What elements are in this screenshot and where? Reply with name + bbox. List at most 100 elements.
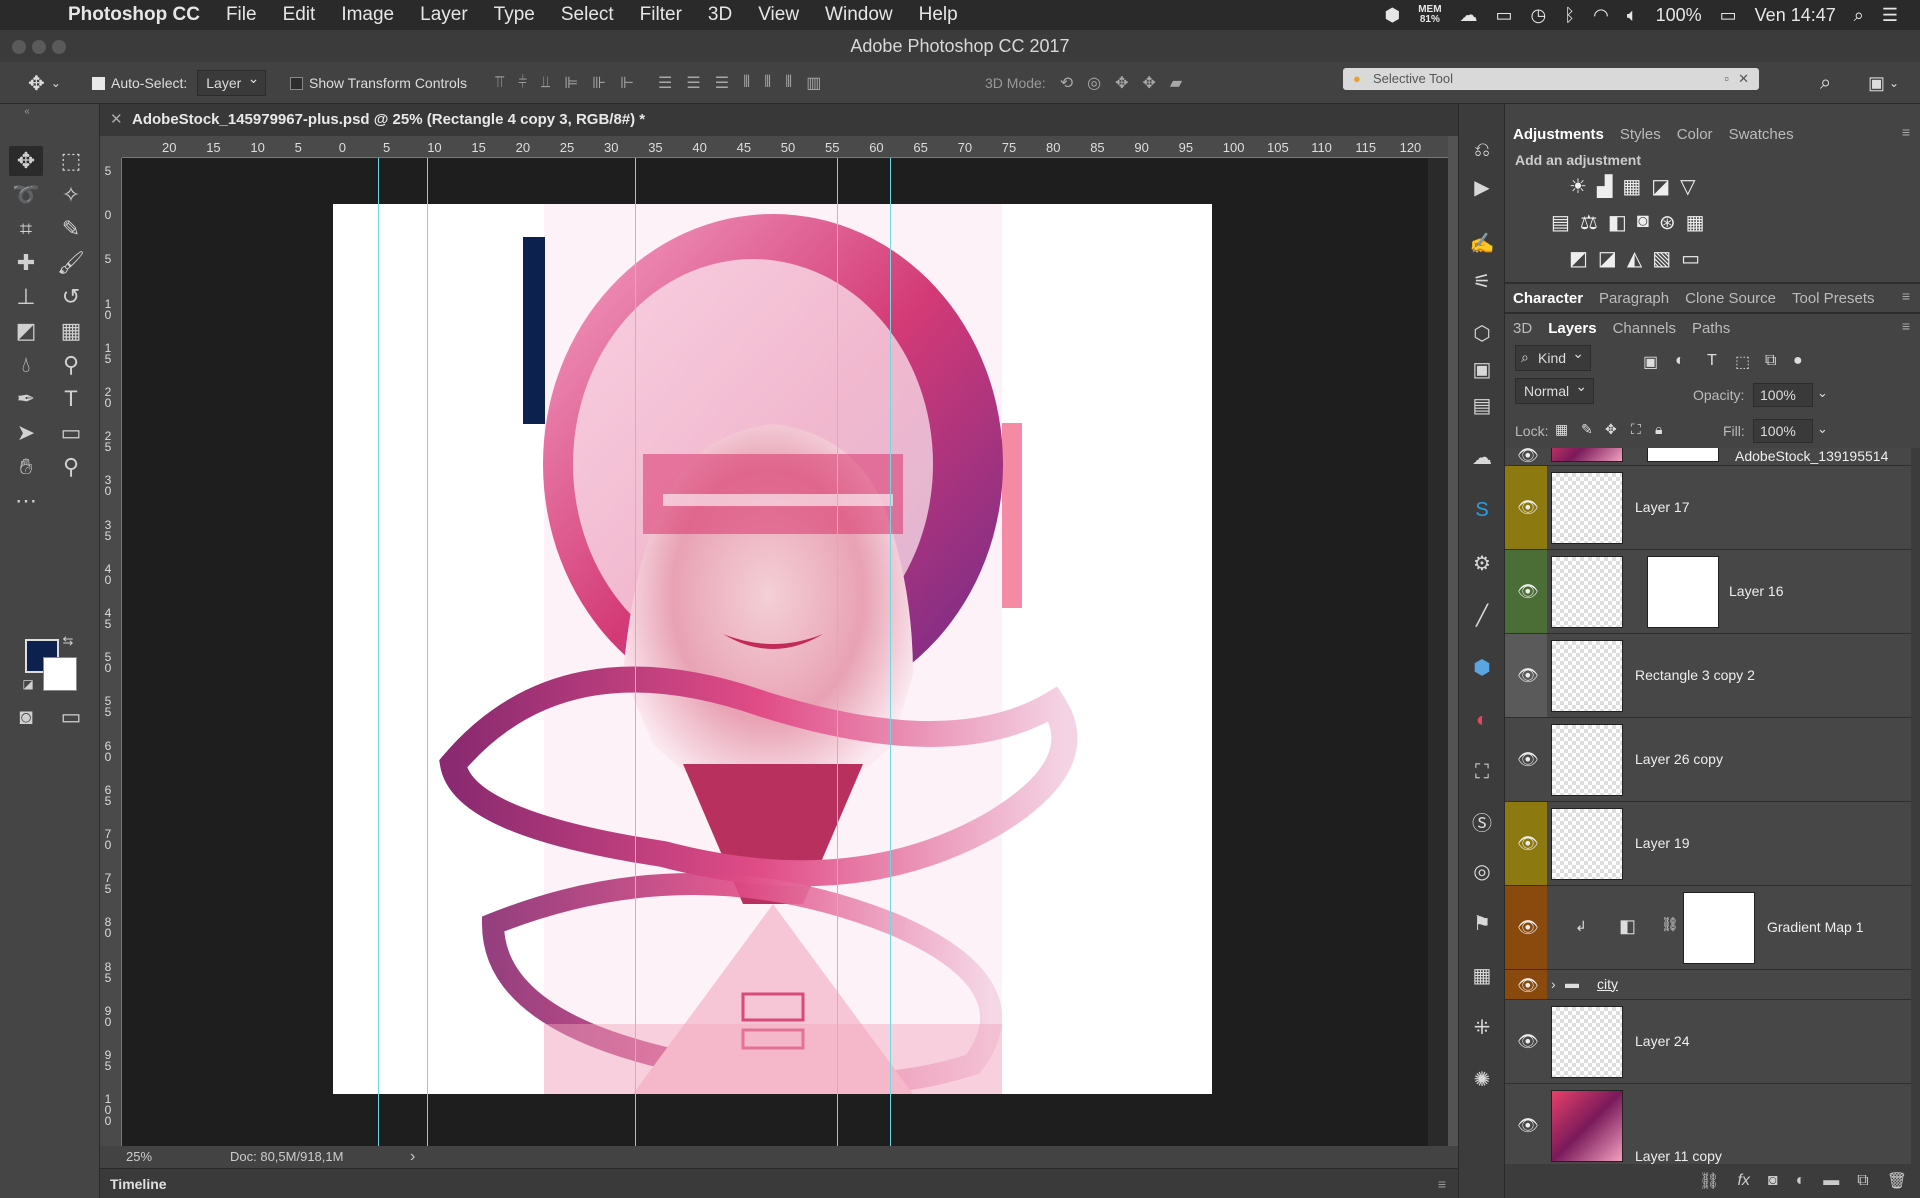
- background-color-swatch[interactable]: [43, 657, 77, 691]
- visibility-eye-icon[interactable]: 👁︎: [1517, 976, 1539, 996]
- menu-3d[interactable]: 3D: [695, 4, 745, 26]
- selective-tool-close-icon[interactable]: ✕: [1738, 68, 1749, 90]
- auto-align-icon[interactable]: ▥: [806, 73, 821, 93]
- layer-group-row[interactable]: 👁︎ › ▬ city: [1505, 970, 1920, 1000]
- selective-tool-field[interactable]: ● Selective Tool ▫ ✕: [1343, 68, 1759, 90]
- distribute-left-icon[interactable]: ⦀: [743, 74, 750, 92]
- clone-stamp-tool-icon[interactable]: ⊥: [9, 282, 43, 312]
- layer-row[interactable]: 👁︎ ↲ ◧ ⛓ Gradient Map 1: [1505, 886, 1920, 970]
- layer-name[interactable]: Layer 24: [1635, 1033, 1689, 1049]
- history-brush-tool-icon[interactable]: ↺: [54, 282, 88, 312]
- tab-clone-source[interactable]: Clone Source: [1685, 290, 1776, 307]
- screen-mode-icon[interactable]: ▭: [54, 702, 88, 732]
- filter-smart-object-icon[interactable]: ⧉: [1765, 352, 1776, 370]
- close-window-button[interactable]: [12, 40, 26, 54]
- filter-toggle-icon[interactable]: ●: [1793, 352, 1803, 370]
- guide-line[interactable]: [378, 158, 379, 1146]
- layer-name[interactable]: Layer 26 copy: [1635, 751, 1723, 767]
- lock-artboard-icon[interactable]: ⛶: [1631, 421, 1641, 438]
- grid-plugin-icon[interactable]: ▦: [1466, 960, 1498, 992]
- search-icon[interactable]: ⌕: [1820, 62, 1831, 104]
- lock-image-icon[interactable]: ✎: [1581, 421, 1593, 438]
- brightness-contrast-icon[interactable]: ☀: [1569, 174, 1587, 199]
- clock[interactable]: Ven 14:47: [1755, 5, 1836, 26]
- 3d-orbit-icon[interactable]: ⟲: [1060, 73, 1073, 93]
- distribute-vcenter-icon[interactable]: ☰: [686, 73, 700, 93]
- channel-mixer-icon[interactable]: ⊛: [1659, 210, 1676, 235]
- type-tool-icon[interactable]: T: [54, 384, 88, 414]
- lasso-tool-icon[interactable]: ➰: [9, 180, 43, 210]
- timeline-menu-icon[interactable]: ≡: [1438, 1169, 1446, 1198]
- gradient-map-icon[interactable]: ▭: [1681, 246, 1700, 271]
- libraries-panel-icon[interactable]: ▣: [1466, 354, 1498, 386]
- align-vcenter-icon[interactable]: ⫩: [518, 74, 527, 92]
- tab-color[interactable]: Color: [1677, 126, 1713, 143]
- visibility-eye-icon[interactable]: 👁︎: [1517, 834, 1539, 854]
- layer-name[interactable]: Gradient Map 1: [1767, 919, 1864, 935]
- auto-select-checkbox[interactable]: [92, 76, 105, 90]
- invert-icon[interactable]: ◩: [1569, 246, 1588, 271]
- adjustments-menu-icon[interactable]: ≡: [1902, 124, 1910, 140]
- battery-percent[interactable]: 100%: [1656, 5, 1702, 26]
- layer-name[interactable]: Layer 19: [1635, 835, 1689, 851]
- layer-kind-filter[interactable]: ⌕ Kind: [1515, 345, 1592, 371]
- blur-tool-icon[interactable]: 💧︎: [9, 350, 43, 380]
- flag-plugin-icon[interactable]: ⚑: [1466, 908, 1498, 940]
- visibility-eye-icon[interactable]: 👁︎: [1517, 1116, 1539, 1136]
- 3d-slide-icon[interactable]: ✥: [1142, 73, 1155, 93]
- menu-file[interactable]: File: [213, 4, 270, 26]
- filter-type-icon[interactable]: T: [1707, 352, 1717, 370]
- black-white-icon[interactable]: ◧: [1608, 210, 1627, 235]
- distribute-bottom-icon[interactable]: ☰: [715, 73, 729, 93]
- tab-character[interactable]: Character: [1513, 290, 1583, 307]
- rectangle-tool-icon[interactable]: ▭: [54, 418, 88, 448]
- new-layer-icon[interactable]: ⧉: [1857, 1172, 1868, 1190]
- visibility-eye-icon[interactable]: 👁︎: [1517, 498, 1539, 518]
- lock-position-icon[interactable]: ✥: [1605, 421, 1617, 438]
- horizontal-ruler[interactable]: 20 15 10 5 0 5 10 15 20 25 30 35 40 45 50 55 60 65 70 75 80 8…: [122, 136, 1448, 158]
- shield-status-icon[interactable]: ⬢: [1384, 5, 1400, 26]
- menu-app-name[interactable]: Photoshop CC: [60, 4, 213, 26]
- delete-layer-icon[interactable]: 🗑︎: [1887, 1171, 1907, 1191]
- close-document-icon[interactable]: ✕: [110, 104, 123, 136]
- visibility-eye-icon[interactable]: 👁︎: [1517, 448, 1539, 466]
- brush-panel-icon[interactable]: ╱: [1466, 600, 1498, 632]
- guide-line[interactable]: [427, 158, 428, 1146]
- opacity-slider-toggle-icon[interactable]: ⌄: [1817, 385, 1828, 401]
- auto-select-dropdown[interactable]: Layer: [197, 70, 267, 96]
- memory-indicator[interactable]: MEM 81%: [1418, 5, 1441, 25]
- layer-row[interactable]: 👁︎ Layer 26 copy: [1505, 718, 1920, 802]
- notification-center-icon[interactable]: ☰: [1882, 5, 1898, 26]
- menu-help[interactable]: Help: [906, 4, 971, 26]
- group-expand-chevron-icon[interactable]: ›: [1551, 976, 1556, 992]
- color-lookup-icon[interactable]: ▦: [1686, 210, 1705, 235]
- tab-3d[interactable]: 3D: [1513, 320, 1532, 337]
- document-artboard[interactable]: [333, 204, 1212, 1094]
- airplay-icon[interactable]: ▭: [1496, 5, 1513, 26]
- visibility-eye-icon[interactable]: 👁︎: [1517, 582, 1539, 602]
- link-layers-icon[interactable]: ⛓: [1699, 1171, 1719, 1191]
- tab-layers[interactable]: Layers: [1548, 320, 1596, 337]
- history-panel-icon[interactable]: ⎌: [1466, 134, 1498, 166]
- fill-field[interactable]: 100%: [1753, 419, 1813, 443]
- vibrance-icon[interactable]: ▽: [1680, 174, 1695, 199]
- distribute-right-icon[interactable]: ⦀: [785, 74, 792, 92]
- lock-transparent-icon[interactable]: ▦: [1555, 421, 1568, 438]
- collapse-toolbar-icon[interactable]: «: [10, 106, 44, 118]
- mask-link-icon[interactable]: ⛓: [1661, 916, 1679, 933]
- layer-name[interactable]: Layer 17: [1635, 499, 1689, 515]
- menu-edit[interactable]: Edit: [270, 4, 329, 26]
- vertical-ruler[interactable]: 5051015202530354045505560657075808590951…: [100, 158, 122, 1146]
- visibility-eye-icon[interactable]: 👁︎: [1517, 918, 1539, 938]
- timeline-panel[interactable]: Timeline ≡: [100, 1168, 1458, 1198]
- tab-paragraph[interactable]: Paragraph: [1599, 290, 1669, 307]
- default-colors-icon[interactable]: ◪: [18, 674, 38, 694]
- layer-row[interactable]: 👁︎ Layer 24: [1505, 1000, 1920, 1084]
- document-tab[interactable]: ✕ AdobeStock_145979967-plus.psd @ 25% (R…: [100, 104, 1458, 136]
- menu-layer[interactable]: Layer: [407, 4, 481, 26]
- healing-brush-tool-icon[interactable]: ✚: [9, 248, 43, 278]
- fill-slider-toggle-icon[interactable]: ⌄: [1817, 421, 1828, 437]
- layer-name[interactable]: AdobeStock_139195514: [1735, 448, 1888, 464]
- time-machine-icon[interactable]: ◷: [1531, 5, 1547, 26]
- color-balance-icon[interactable]: ⚖: [1580, 210, 1598, 235]
